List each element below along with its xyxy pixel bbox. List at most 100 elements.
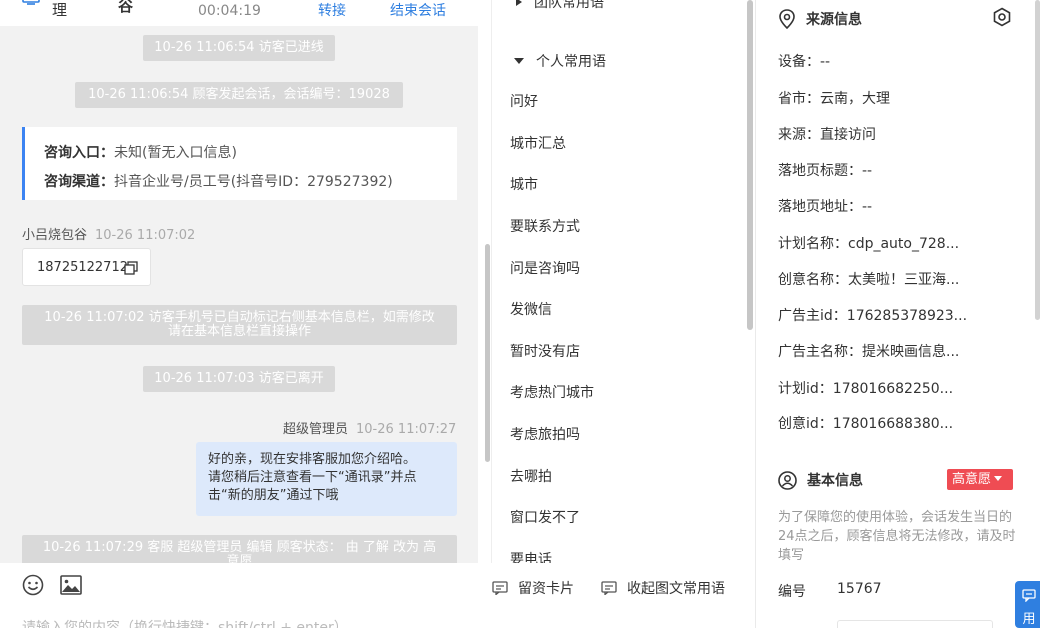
visitor-name: 小吕烧包谷 [22, 228, 88, 243]
source-value: 直接访问 [820, 127, 876, 143]
landing-url-label: 落地页地址： [778, 199, 862, 215]
device-row: 设备：-- [778, 51, 830, 71]
session-timer: 00:04:19 [198, 3, 261, 19]
device-value: -- [820, 54, 831, 70]
user-circle-icon [778, 470, 797, 490]
agent-name: 超级管理员 [283, 422, 349, 437]
settings-hex-icon[interactable] [992, 7, 1012, 27]
creative-id-row: 创意id：178016688380... [778, 413, 953, 433]
consult-info-card: 咨询入口：未知(暂无入口信息) 咨询渠道：抖音企业号/员工号(抖音号ID：279… [22, 127, 457, 200]
caret-right-icon [516, 0, 522, 6]
plan-id-row: 计划id：178016682250... [778, 378, 953, 398]
chat-bubble-icon [1022, 589, 1036, 603]
source-info-title: 来源信息 [778, 9, 862, 29]
agent-message-line: 好的亲，现在安排客服加您介绍哈。 [208, 452, 417, 467]
emoji-icon[interactable] [22, 574, 44, 596]
system-message: 10-26 11:07:03 访客已离开 [143, 366, 335, 392]
consult-entry-value: 未知(暂无入口信息) [114, 145, 237, 161]
advertiser-name-row: 广告主名称：提米映画信息... [778, 341, 959, 361]
visitor-location-label: 理 [52, 1, 68, 19]
province-city-label: 省市： [778, 91, 820, 107]
plan-id-value: 178016682250... [832, 381, 954, 397]
info-scrollbar[interactable] [1035, 0, 1040, 320]
source-label: 来源： [778, 127, 820, 143]
consult-channel-label: 咨询渠道： [44, 174, 114, 190]
creative-id-value: 178016688380... [832, 416, 954, 432]
image-icon[interactable] [60, 575, 82, 595]
visitor-name-label: 谷 [118, 0, 134, 15]
customer-id-label: 编号 [778, 584, 806, 600]
system-message: 10-26 11:06:54 顾客发起会话，会话编号：19028 [75, 82, 403, 108]
plan-id-label: 计划id： [778, 381, 833, 397]
customer-id-value: 15767 [837, 581, 882, 597]
personal-phrases-label: 个人常用语 [536, 54, 606, 70]
phrase-item[interactable]: 要联系方式 [510, 216, 580, 236]
basic-info-title: 基本信息 [778, 470, 863, 490]
common-phrases-panel: 团队常用语 个人常用语 问好 城市汇总 城市 要联系方式 问是咨询吗 发微信 暂… [491, 0, 755, 563]
phrase-item[interactable]: 城市汇总 [510, 133, 566, 153]
agent-message-time: 10-26 11:07:27 [356, 422, 457, 437]
message-input[interactable]: 请输入您的内容（换行快捷键：shift/ctrl + enter） [22, 617, 348, 628]
consult-entry-label: 咨询入口： [44, 145, 114, 161]
chat-panel: 理 谷 00:04:19 转接 结束会话 10-26 11:06:54 访客已进… [0, 0, 478, 628]
agent-sender-line: 超级管理员 10-26 11:07:27 [283, 418, 456, 437]
province-city-value: 云南，大理 [820, 91, 890, 107]
collapse-phrases-button[interactable]: 收起图文常用语 [601, 578, 725, 598]
visitor-phone-text: 18725122712 [37, 260, 128, 275]
phrase-item[interactable]: 窗口发不了 [510, 507, 580, 527]
phrase-item[interactable]: 问好 [510, 91, 538, 111]
team-phrases-group[interactable]: 团队常用语 [514, 0, 604, 12]
creative-name-label: 创意名称： [778, 272, 848, 288]
copy-icon[interactable] [124, 261, 138, 275]
card-icon [492, 581, 508, 595]
landing-title-row: 落地页标题：-- [778, 160, 872, 180]
advertiser-id-row: 广告主id：176285378923... [778, 305, 967, 325]
phrase-item[interactable]: 考虑热门城市 [510, 382, 594, 402]
agent-message-line: 击“新的朋友”通过下哦 [208, 488, 339, 503]
plan-name-row: 计划名称：cdp_auto_728... [778, 233, 959, 253]
edit-deadline-note: 为了保障您的使用体验，会话发生当日的24点之后，顾客信息将无法修改，请及时填写 [778, 510, 1016, 563]
visitor-phone-bubble: 18725122712 [22, 248, 151, 286]
landing-title-label: 落地页标题： [778, 163, 862, 179]
phrase-item[interactable]: 问是咨询吗 [510, 258, 580, 278]
floating-phrases-button[interactable]: 用 [1015, 581, 1040, 628]
message-composer: 留资卡片 收起图文常用语 请输入您的内容（换行快捷键：shift/ctrl + … [0, 563, 755, 628]
phrase-item[interactable]: 要电话 [510, 549, 552, 563]
source-row: 来源：直接访问 [778, 124, 876, 144]
lead-card-button[interactable]: 留资卡片 [492, 578, 574, 598]
chat-header: 理 谷 00:04:19 转接 结束会话 [0, 0, 478, 26]
phrases-scrollbar[interactable] [747, 0, 753, 330]
visitor-sender-line: 小吕烧包谷 10-26 11:07:02 [22, 224, 195, 243]
creative-id-label: 创意id： [778, 416, 833, 432]
end-session-link[interactable]: 结束会话 [390, 1, 446, 21]
advertiser-id-label: 广告主id： [778, 308, 847, 324]
basic-info-title-text: 基本信息 [807, 473, 863, 489]
system-message-line: 10-26 11:07:02 访客手机号已自动标记右侧基本信息栏，如需修改 [44, 310, 435, 325]
landing-title-value: -- [862, 163, 873, 179]
system-message-line: 请在基本信息栏直接操作 [167, 324, 311, 339]
customer-field-input[interactable] [837, 620, 993, 628]
agent-message-bubble: 好的亲，现在安排客服加您介绍哈。 请您稍后注意查看一下“通讯录”并点 击“新的朋… [196, 442, 457, 516]
customer-info-panel: 来源信息 设备：-- 省市：云南，大理 来源：直接访问 落地页标题：-- 落地页… [755, 0, 1040, 628]
creative-name-row: 创意名称：太美啦！三亚海... [778, 269, 959, 289]
message-icon [601, 581, 617, 595]
phrase-item[interactable]: 考虑旅拍吗 [510, 424, 580, 444]
team-phrases-label: 团队常用语 [534, 0, 604, 11]
creative-name-value: 太美啦！三亚海... [848, 272, 960, 288]
system-message-line: 10-26 11:07:29 客服 超级管理员 编辑 顾客状态： 由 了解 改为… [42, 540, 437, 555]
advertiser-id-value: 176285378923... [846, 308, 968, 324]
intent-status-dropdown[interactable]: 高意愿 [947, 469, 1013, 490]
collapse-phrases-label: 收起图文常用语 [627, 581, 725, 597]
transfer-link[interactable]: 转接 [318, 1, 346, 21]
phrase-item[interactable]: 发微信 [510, 299, 552, 319]
lead-card-label: 留资卡片 [518, 581, 574, 597]
monitor-icon [22, 0, 40, 5]
landing-url-row: 落地页地址：-- [778, 196, 872, 216]
phrase-item[interactable]: 城市 [510, 174, 538, 194]
phrase-item[interactable]: 暂时没有店 [510, 341, 580, 361]
personal-phrases-group[interactable]: 个人常用语 [514, 51, 606, 71]
consult-channel-value: 抖音企业号/员工号(抖音号ID：279527392) [114, 174, 393, 190]
phrase-item[interactable]: 去哪拍 [510, 466, 552, 486]
chat-scrollbar[interactable] [485, 244, 490, 462]
plan-name-value: cdp_auto_728... [848, 236, 960, 252]
